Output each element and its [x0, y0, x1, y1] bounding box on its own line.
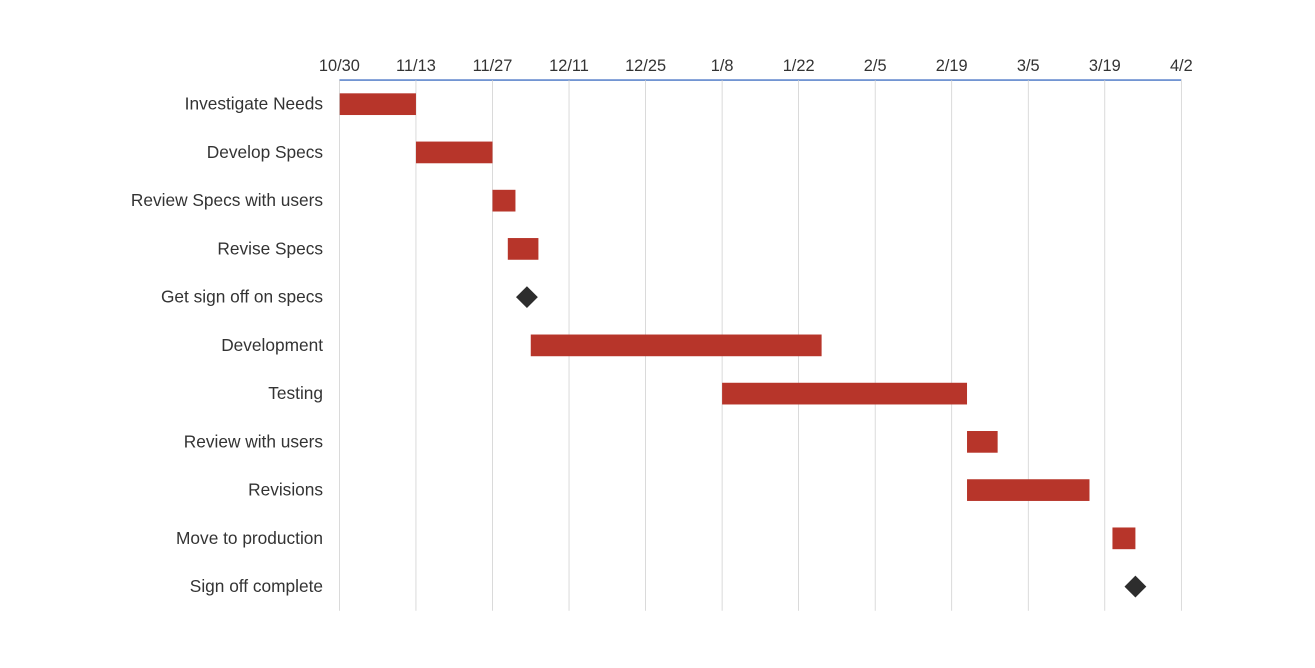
- gantt-bar: [1112, 527, 1135, 549]
- task-label: Get sign off on specs: [161, 287, 323, 307]
- gantt-bar: [508, 238, 539, 260]
- gantt-bar: [416, 142, 493, 164]
- x-label: 3/19: [1089, 57, 1121, 75]
- x-label: 3/5: [1017, 57, 1040, 75]
- gantt-bar: [339, 93, 416, 115]
- x-label: 12/11: [549, 57, 589, 75]
- x-label: 11/27: [473, 57, 513, 75]
- task-label: Move to production: [176, 528, 323, 548]
- gantt-diamond: [1124, 576, 1146, 598]
- gantt-bar: [722, 383, 967, 405]
- task-label: Review with users: [184, 431, 324, 451]
- gantt-bar: [492, 190, 515, 212]
- task-label: Testing: [268, 383, 323, 403]
- task-label: Sign off complete: [190, 576, 323, 596]
- task-label: Revisions: [248, 480, 323, 500]
- x-label: 2/5: [864, 57, 887, 75]
- task-label: Investigate Needs: [185, 94, 324, 114]
- chart-container: 10/30 11/13 11/27 12/11 12/25 1/8 1/22 2/5 2/19 3…: [0, 0, 1315, 668]
- task-label: Develop Specs: [207, 142, 324, 162]
- x-label: 1/8: [711, 57, 734, 75]
- gantt-bar: [531, 335, 822, 357]
- gantt-bar: [967, 479, 1089, 501]
- x-label: 1/22: [783, 57, 815, 75]
- gantt-bar: [967, 431, 998, 453]
- x-label: 10/30: [319, 57, 360, 75]
- task-label: Revise Specs: [217, 238, 323, 258]
- x-label: 4/2: [1170, 57, 1193, 75]
- task-label: Development: [221, 335, 323, 355]
- x-label: 11/13: [396, 57, 436, 75]
- x-label: 2/19: [936, 57, 968, 75]
- gantt-diamond: [516, 286, 538, 308]
- gantt-chart: 10/30 11/13 11/27 12/11 12/25 1/8 1/22 2/5 2/19 3…: [20, 30, 1255, 638]
- x-label: 12/25: [625, 57, 666, 75]
- task-label: Review Specs with users: [131, 190, 323, 210]
